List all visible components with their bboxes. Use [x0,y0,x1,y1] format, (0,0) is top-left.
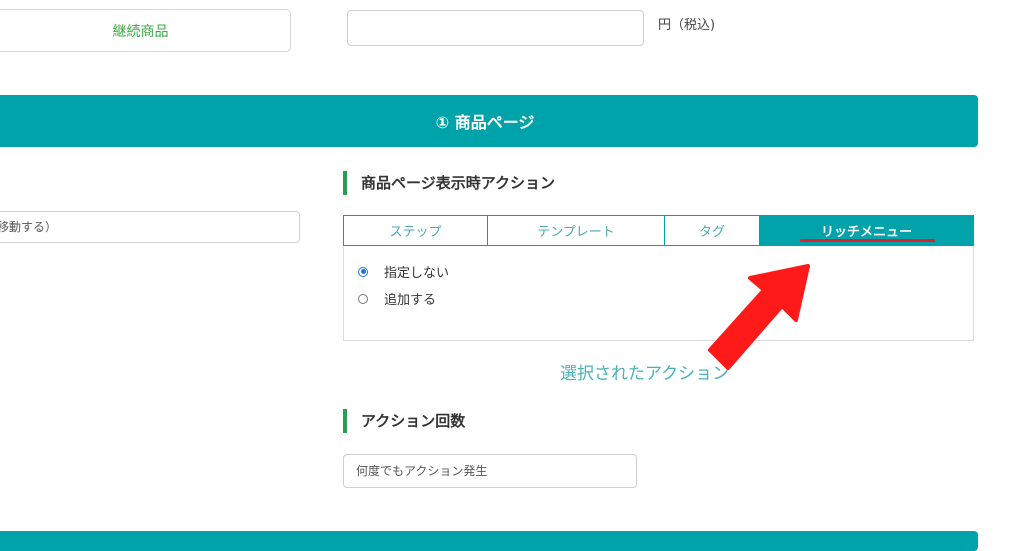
rich-menu-underline-annotation [800,239,935,242]
option-not-specified[interactable]: 指定しない [358,262,449,281]
annotation-arrow-icon [708,264,810,370]
tab-rich-menu[interactable]: リッチメニュー [759,215,974,246]
rich-menu-panel: 指定しない 追加する [343,246,974,341]
tab-step-label: ステップ [389,225,442,240]
left-text-field[interactable]: 移動する） [0,211,300,243]
price-input[interactable] [347,10,644,46]
tab-rich-menu-label: リッチメニュー [820,225,912,240]
action-heading: 商品ページ表示時アクション [343,171,555,195]
continuous-product-label: 継続商品 [112,23,169,40]
action-count-select[interactable]: 何度でもアクション発生 [343,454,637,488]
section-title: ① 商品ページ [435,113,535,132]
tab-tag[interactable]: タグ [664,215,759,246]
tab-tag-label: タグ [698,225,725,240]
price-unit-label: 円（税込) [658,18,716,33]
option-add-label: 追加する [384,293,437,308]
option-add[interactable]: 追加する [358,289,436,308]
continuous-product-button[interactable]: 継続商品 [0,9,291,52]
tab-step[interactable]: ステップ [343,215,487,246]
radio-unchecked-icon[interactable] [358,293,368,304]
option-not-specified-label: 指定しない [384,266,450,281]
next-section-header [0,531,978,551]
radio-checked-icon[interactable] [358,266,368,277]
section-header-product-page: ① 商品ページ [0,95,978,147]
action-tabs: ステップ テンプレート タグ リッチメニュー [343,215,974,246]
tab-template-label: テンプレート [537,225,615,240]
tab-template[interactable]: テンプレート [487,215,664,246]
action-count-heading: アクション回数 [343,409,465,433]
